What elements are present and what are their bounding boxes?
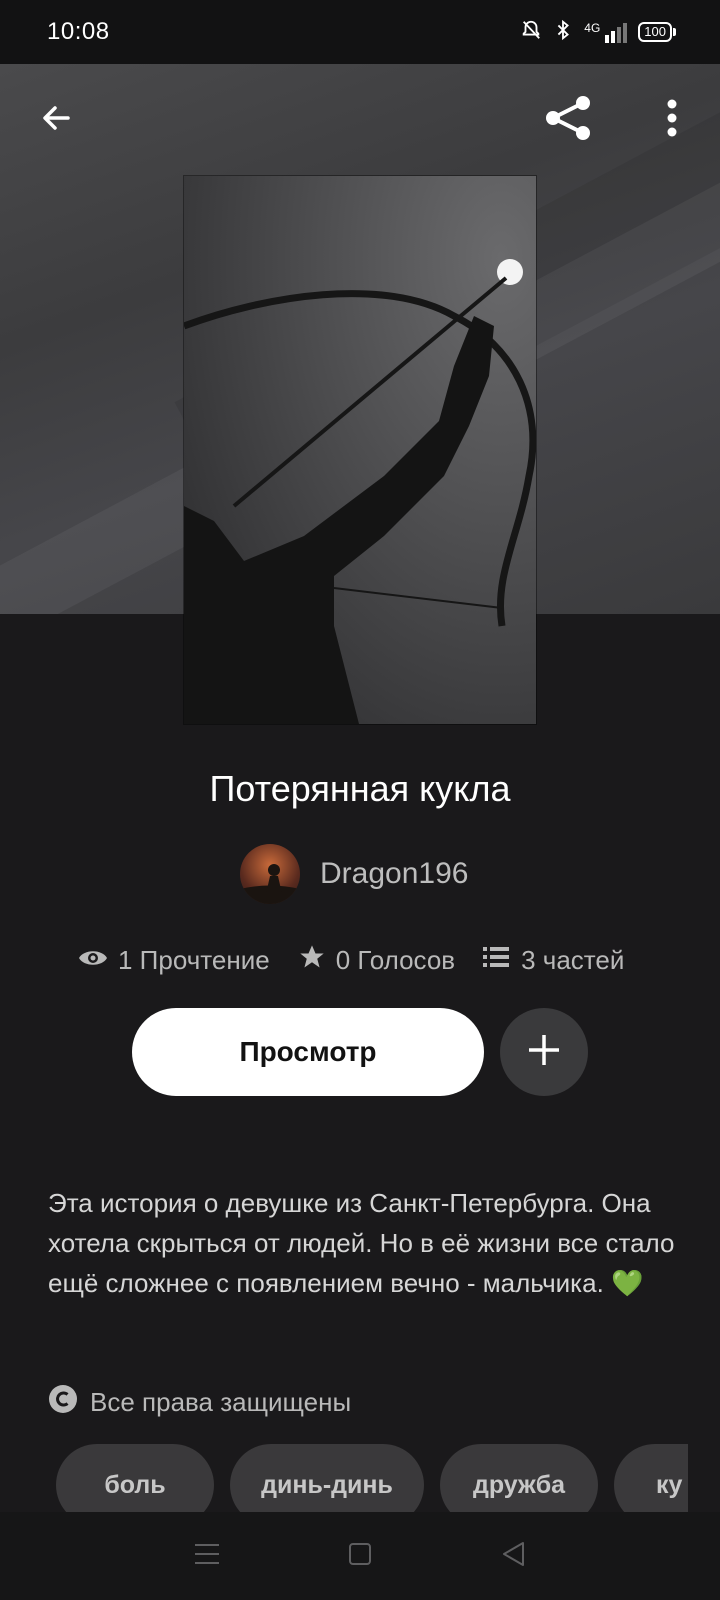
list-icon	[483, 945, 511, 976]
triangle-back-icon	[501, 1541, 525, 1572]
copyright-notice: Все права защищены	[48, 1384, 351, 1421]
cover-image	[184, 176, 536, 724]
copyright-icon	[48, 1384, 78, 1421]
square-icon	[348, 1542, 372, 1571]
more-options-button[interactable]	[642, 88, 702, 152]
system-back-button[interactable]	[483, 1526, 543, 1586]
battery-level: 100	[638, 22, 672, 42]
menu-lines-icon	[194, 1542, 220, 1571]
share-icon	[543, 93, 593, 148]
votes-count: 0 Голосов	[335, 944, 456, 975]
arrow-left-icon	[38, 100, 74, 141]
status-time: 10:08	[47, 18, 110, 45]
network-type: 4G	[584, 21, 601, 35]
back-button[interactable]	[26, 88, 86, 152]
book-cover[interactable]	[184, 176, 536, 724]
eye-icon	[78, 945, 108, 976]
plus-icon	[527, 1033, 561, 1072]
star-icon	[298, 943, 326, 978]
votes-stat: 0 Голосов	[298, 943, 455, 978]
parts-stat: 3 частей	[483, 945, 624, 976]
system-nav-bar	[0, 1512, 720, 1600]
author-name[interactable]: Dragon196	[320, 857, 468, 891]
status-icons: 4G 100	[520, 19, 676, 46]
home-button[interactable]	[330, 1526, 390, 1586]
add-to-library-button[interactable]	[500, 1008, 588, 1096]
more-vertical-icon	[666, 98, 678, 143]
signal-icon: 4G	[584, 21, 628, 43]
mute-bell-icon	[520, 19, 542, 46]
story-stats: 1 Прочтение 0 Голосов 3 частей	[78, 940, 652, 980]
reads-count: 1 Прочтение	[118, 944, 270, 975]
view-button[interactable]: Просмотр	[132, 1008, 484, 1096]
story-description: Эта история о девушке из Санкт-Петербург…	[48, 1188, 675, 1298]
story-title: Потерянная кукла	[209, 768, 511, 809]
status-bar: 10:08 4G 100	[0, 0, 720, 64]
parts-count: 3 частей	[521, 944, 625, 975]
avatar[interactable]	[240, 844, 300, 904]
recents-button[interactable]	[177, 1526, 237, 1586]
bluetooth-icon	[552, 19, 574, 46]
reads-stat: 1 Прочтение	[78, 945, 270, 976]
share-button[interactable]	[538, 88, 598, 152]
author-row[interactable]: Dragon196	[240, 844, 468, 904]
copyright-text: Все права защищены	[90, 1387, 352, 1417]
battery-icon: 100	[638, 22, 676, 42]
